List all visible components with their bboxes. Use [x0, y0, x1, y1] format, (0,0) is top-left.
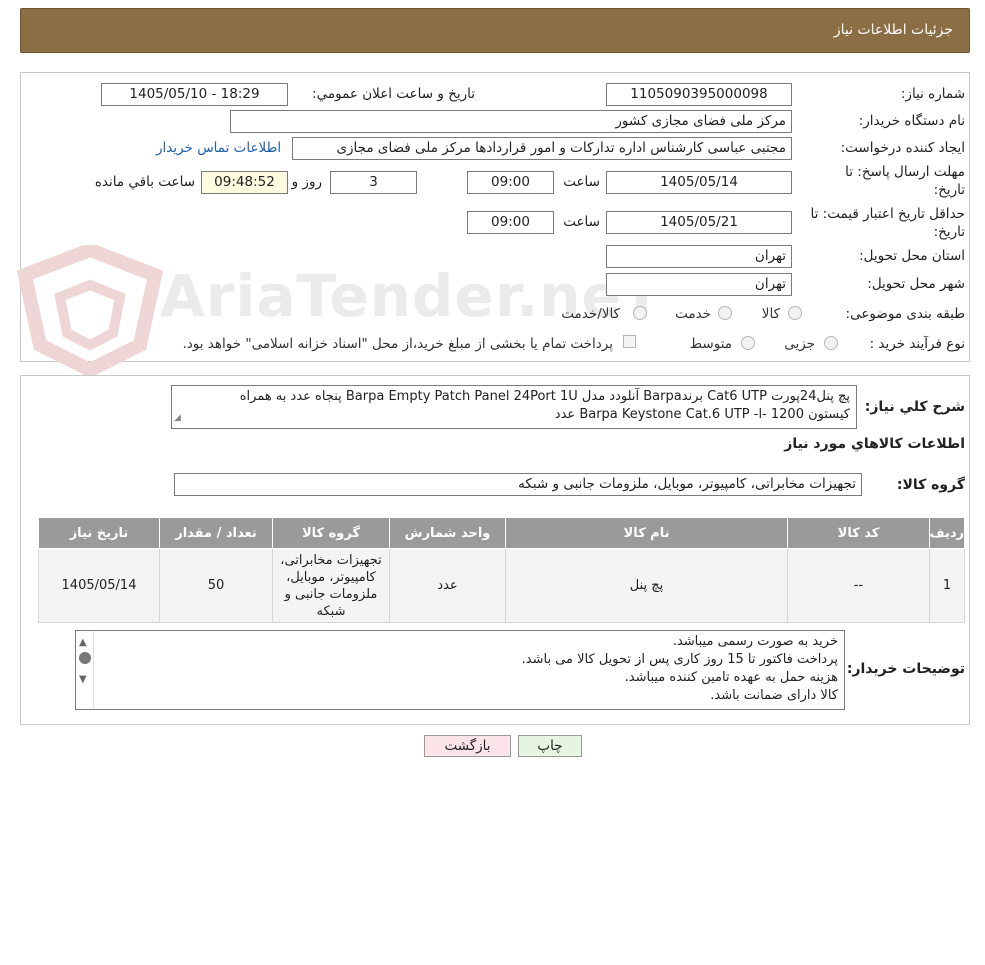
- cell-item-code: --: [787, 548, 930, 623]
- items-table-wrapper: رديف كد كالا نام كالا واحد شمارش گروه كا…: [38, 517, 965, 623]
- city-field: تهران: [606, 273, 792, 296]
- general-desc-field: پچ پنل24پورت Cat6 UTP برندBarpa آنلودد م…: [171, 385, 857, 429]
- price-validity-time-field: 09:00: [467, 211, 554, 234]
- price-validity-label: حداقل تاریخ اعتبار قیمت: تا: [810, 206, 965, 222]
- category-goods-radio[interactable]: [788, 306, 802, 320]
- cell-quantity: 50: [159, 548, 273, 623]
- buyer-note-line: هزینه حمل به عهده تامین کننده میباشد.: [624, 670, 838, 685]
- general-desc-line-1: پچ پنل24پورت Cat6 UTP برندBarpa آنلودد م…: [239, 389, 850, 404]
- announce-datetime-field: 1405/05/10 - 18:29: [101, 83, 288, 106]
- price-validity-label-line2: تاریخ:: [933, 224, 965, 240]
- category-goods-option: کالا: [761, 306, 780, 322]
- category-label: طبقه بندی موضوعی:: [845, 306, 965, 322]
- general-desc-label: شرح كلي نياز:: [864, 399, 965, 415]
- time-left-field: 09:48:52: [201, 171, 288, 194]
- col-header-need-date: تاريخ نياز: [38, 517, 160, 549]
- table-header-row: رديف كد كالا نام كالا واحد شمارش گروه كا…: [38, 517, 965, 549]
- treasury-checkbox[interactable]: [623, 335, 636, 348]
- scroll-up-icon[interactable]: ▲: [79, 634, 87, 652]
- requester-label: ایجاد کننده درخواست:: [840, 140, 965, 156]
- announce-datetime-label: تاریخ و ساعت اعلان عمومي:: [312, 86, 475, 102]
- days-and-label: روز و: [291, 174, 322, 190]
- deadline-label: مهلت ارسال پاسخ: تا: [845, 164, 965, 180]
- page-title: جزئیات اطلاعات نیاز: [833, 22, 953, 38]
- buyer-note-line: کالا دارای ضمانت باشد.: [710, 688, 838, 703]
- col-header-item-code: كد كالا: [787, 517, 930, 549]
- cell-unit: عدد: [389, 548, 506, 623]
- buyer-notes-label: توضیحات خریدار:: [846, 661, 965, 677]
- deadline-time-field: 09:00: [467, 171, 554, 194]
- col-header-item-name: نام كالا: [505, 517, 788, 549]
- process-medium-radio[interactable]: [741, 336, 755, 350]
- category-goods-service-option: کالا/خدمت: [561, 306, 620, 322]
- process-minor-option: جزیی: [784, 336, 815, 352]
- back-button[interactable]: بازگشت: [424, 735, 511, 757]
- cell-row-number: 1: [929, 548, 965, 623]
- category-service-option: خدمت: [675, 306, 711, 322]
- days-left-field: 3: [330, 171, 417, 194]
- scroll-down-icon[interactable]: ▼: [79, 671, 87, 689]
- print-button[interactable]: چاپ: [518, 735, 582, 757]
- deadline-label-line2: تاریخ:: [933, 182, 965, 198]
- col-header-group: گروه كالا: [272, 517, 390, 549]
- category-goods-service-radio[interactable]: [633, 306, 647, 320]
- province-label: استان محل تحویل:: [859, 248, 965, 264]
- col-header-quantity: تعداد / مقدار: [159, 517, 273, 549]
- buyer-org-field: مرکز ملی فضای مجازی کشور: [230, 110, 792, 133]
- price-validity-date-field: 1405/05/21: [606, 211, 792, 234]
- buyer-note-line: پرداخت فاکتور تا 15 روز کاری پس از تحویل…: [521, 652, 838, 667]
- deadline-time-label: ساعت: [563, 174, 600, 190]
- deadline-date-field: 1405/05/14: [606, 171, 792, 194]
- general-desc-line-2: کیستون Barpa Keystone Cat.6 UTP -l- 1200…: [554, 407, 850, 422]
- cell-group: تجهیزات مخابراتی، کامپیوتر، موبایل، ملزو…: [272, 548, 390, 623]
- need-number-field: 1105090395000098: [606, 83, 792, 106]
- need-number-label: شماره نیاز:: [900, 86, 965, 102]
- city-label: شهر محل تحویل:: [867, 276, 965, 292]
- resize-handle-icon[interactable]: ◢: [174, 409, 181, 427]
- goods-group-label: گروه كالا:: [896, 477, 965, 493]
- buyer-org-label: نام دستگاه خریدار:: [858, 113, 965, 129]
- table-row: 1 -- پچ پنل عدد تجهیزات مخابراتی، کامپیو…: [38, 548, 965, 623]
- col-header-row-number: رديف: [929, 517, 965, 549]
- price-validity-time-label: ساعت: [563, 214, 600, 230]
- goods-info-title: اطلاعات كالاهاي مورد نياز: [784, 436, 965, 452]
- cell-item-name: پچ پنل: [505, 548, 788, 623]
- category-service-radio[interactable]: [718, 306, 732, 320]
- notes-scrollbar[interactable]: ▲ ▼: [76, 631, 94, 709]
- col-header-unit: واحد شمارش: [389, 517, 506, 549]
- province-field: تهران: [606, 245, 792, 268]
- buyer-contact-link[interactable]: اطلاعات تماس خریدار: [156, 140, 281, 156]
- buyer-notes-field: خرید به صورت رسمی میباشد. پرداخت فاکتور …: [75, 630, 845, 710]
- scroll-thumb-icon[interactable]: [79, 652, 91, 664]
- process-label: نوع فرآیند خرید :: [869, 336, 965, 352]
- goods-group-field: تجهیزات مخابراتی، کامپیوتر، موبایل، ملزو…: [174, 473, 862, 496]
- page-header: جزئیات اطلاعات نیاز: [20, 8, 970, 53]
- items-table: رديف كد كالا نام كالا واحد شمارش گروه كا…: [38, 517, 965, 623]
- requester-field: مجتبی عباسی کارشناس اداره تدارکات و امور…: [292, 137, 792, 160]
- buyer-note-line: خرید به صورت رسمی میباشد.: [672, 634, 838, 649]
- cell-need-date: 1405/05/14: [38, 548, 160, 623]
- process-medium-option: متوسط: [689, 336, 732, 352]
- process-minor-radio[interactable]: [824, 336, 838, 350]
- treasury-note: پرداخت تمام یا بخشی از مبلغ خرید،از محل …: [182, 336, 613, 352]
- remaining-time-label: ساعت باقي مانده: [94, 174, 195, 190]
